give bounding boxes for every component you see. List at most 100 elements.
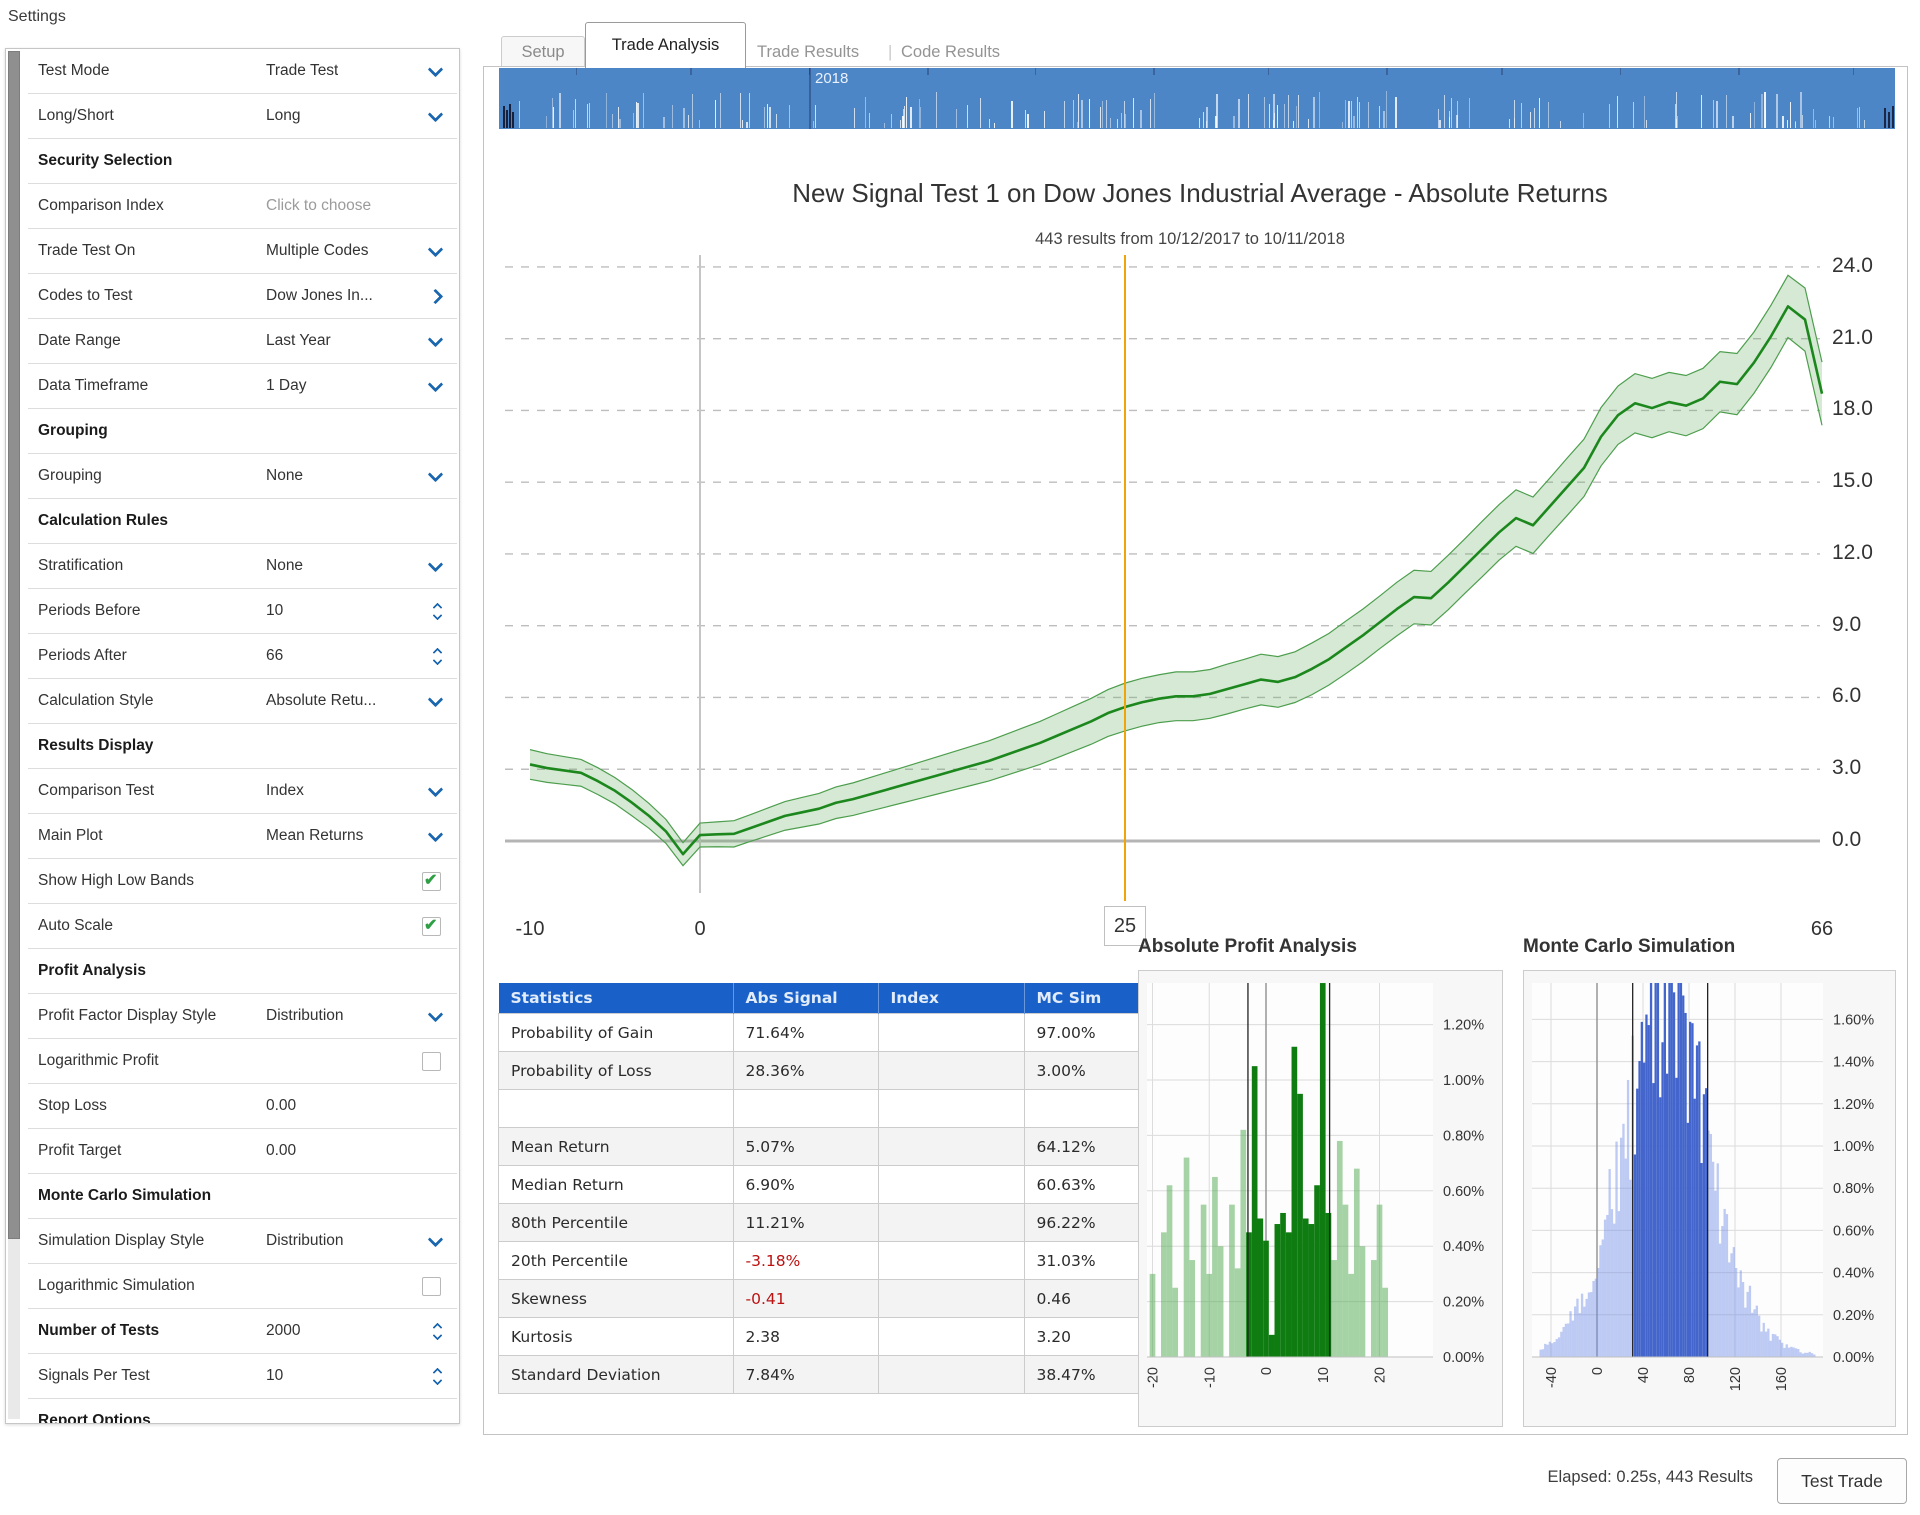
sidebar-item-test-mode[interactable]: Test Mode Trade Test bbox=[28, 49, 457, 94]
sidebar-item-stratification[interactable]: StratificationNone bbox=[28, 544, 457, 589]
sidebar-item-value[interactable]: 66 bbox=[266, 634, 283, 678]
sidebar-item-auto-scale[interactable]: Auto Scale bbox=[28, 904, 457, 949]
sidebar-item-value[interactable]: 0.00 bbox=[266, 1129, 296, 1173]
sidebar-item-comparison-index[interactable]: Comparison IndexClick to choose bbox=[28, 184, 457, 229]
sidebar-item-codes-to-test[interactable]: Codes to TestDow Jones In... bbox=[28, 274, 457, 319]
chevron-down-icon[interactable] bbox=[428, 691, 444, 707]
signal-tick bbox=[683, 108, 684, 129]
sidebar-item-grouping[interactable]: GroupingNone bbox=[28, 454, 457, 499]
sidebar-item-value[interactable]: 2000 bbox=[266, 1309, 300, 1353]
timeline-year-label: 2018 bbox=[815, 70, 848, 87]
stepper-down-icon[interactable] bbox=[433, 655, 443, 665]
chevron-down-icon[interactable] bbox=[428, 106, 444, 122]
sidebar-item-main-plot[interactable]: Main PlotMean Returns bbox=[28, 814, 457, 859]
chevron-down-icon[interactable] bbox=[428, 61, 444, 77]
table-cell bbox=[878, 1356, 1024, 1394]
sidebar-item-value[interactable]: Distribution bbox=[266, 994, 344, 1038]
stepper-down-icon[interactable] bbox=[433, 1330, 443, 1340]
sidebar-item-show-high-low-bands[interactable]: Show High Low Bands bbox=[28, 859, 457, 904]
checkbox-checked[interactable] bbox=[422, 872, 441, 891]
sidebar-item-value[interactable]: 1 Day bbox=[266, 364, 307, 408]
signal-tick bbox=[1787, 120, 1788, 128]
sidebar-item-value[interactable]: Index bbox=[266, 769, 304, 813]
sidebar-item-value[interactable]: 0.00 bbox=[266, 1084, 296, 1128]
chevron-right-icon[interactable] bbox=[428, 288, 444, 304]
chevron-down-icon[interactable] bbox=[428, 826, 444, 842]
sidebar-item-long-short[interactable]: Long/ShortLong bbox=[28, 94, 457, 139]
sidebar-item-value[interactable]: None bbox=[266, 454, 303, 498]
chevron-down-icon[interactable] bbox=[428, 1006, 444, 1022]
month-tick bbox=[1853, 68, 1855, 75]
sidebar-item-value[interactable]: Trade Test bbox=[266, 49, 338, 93]
y-axis-tick-label: 21.0 bbox=[1832, 326, 1912, 350]
sidebar-item-trade-test-on[interactable]: Trade Test OnMultiple Codes bbox=[28, 229, 457, 274]
sidebar-item-comparison-test[interactable]: Comparison TestIndex bbox=[28, 769, 457, 814]
table-cell: Kurtosis bbox=[499, 1318, 734, 1356]
tab-setup[interactable]: Setup bbox=[501, 36, 585, 68]
chevron-down-icon[interactable] bbox=[428, 241, 444, 257]
checkbox-unchecked[interactable] bbox=[422, 1052, 441, 1071]
tab-trade-results[interactable]: Trade Results bbox=[757, 38, 859, 66]
chevron-down-icon[interactable] bbox=[428, 781, 444, 797]
signal-tick bbox=[1583, 113, 1584, 128]
signal-tick bbox=[1383, 111, 1384, 128]
chevron-down-icon[interactable] bbox=[428, 466, 444, 482]
test-trade-button[interactable]: Test Trade bbox=[1777, 1458, 1907, 1504]
status-elapsed-text: Elapsed: 0.25s, 443 Results bbox=[1403, 1468, 1753, 1487]
sidebar-item-value[interactable]: Dow Jones In... bbox=[266, 274, 373, 318]
signal-tick bbox=[891, 114, 892, 128]
sidebar-item-value[interactable]: None bbox=[266, 544, 303, 588]
sidebar-item-label: Test Mode bbox=[38, 62, 110, 79]
sidebar-item-periods-after[interactable]: Periods After66 bbox=[28, 634, 457, 679]
sidebar-item-date-range[interactable]: Date RangeLast Year bbox=[28, 319, 457, 364]
sidebar-item-periods-before[interactable]: Periods Before10 bbox=[28, 589, 457, 634]
sidebar-item-logarithmic-profit[interactable]: Logarithmic Profit bbox=[28, 1039, 457, 1084]
sidebar-item-value[interactable]: Last Year bbox=[266, 319, 331, 363]
sidebar-item-simulation-display-style[interactable]: Simulation Display StyleDistribution bbox=[28, 1219, 457, 1264]
chevron-down-icon[interactable] bbox=[428, 376, 444, 392]
sidebar-scrollbar[interactable] bbox=[8, 51, 20, 1419]
sidebar-item-signals-per-test[interactable]: Signals Per Test10 bbox=[28, 1354, 457, 1399]
sidebar-item-value[interactable]: 10 bbox=[266, 1354, 283, 1398]
sidebar-item-value[interactable]: Multiple Codes bbox=[266, 229, 369, 273]
sidebar-item-data-timeframe[interactable]: Data Timeframe1 Day bbox=[28, 364, 457, 409]
chevron-down-icon[interactable] bbox=[428, 331, 444, 347]
signal-tick bbox=[1154, 93, 1155, 128]
sidebar-item-value[interactable]: Long bbox=[266, 94, 300, 138]
stepper-control[interactable] bbox=[434, 1369, 441, 1384]
stepper-control[interactable] bbox=[434, 649, 441, 664]
svg-text:0: 0 bbox=[1590, 1367, 1606, 1375]
stepper-down-icon[interactable] bbox=[433, 1375, 443, 1385]
stepper-control[interactable] bbox=[434, 1324, 441, 1339]
tab-code-results[interactable]: Code Results bbox=[901, 38, 1000, 66]
sidebar-item-value[interactable]: Click to choose bbox=[266, 184, 371, 228]
table-header-abs-signal: Abs Signal bbox=[733, 983, 878, 1014]
checkbox-checked[interactable] bbox=[422, 917, 441, 936]
sidebar-item-profit-target[interactable]: Profit Target0.00 bbox=[28, 1129, 457, 1174]
edge-marker-tick bbox=[506, 110, 508, 128]
sidebar-item-stop-loss[interactable]: Stop Loss0.00 bbox=[28, 1084, 457, 1129]
signal-tick bbox=[1110, 118, 1111, 128]
signal-tick bbox=[1277, 105, 1278, 128]
sidebar-item-calculation-style[interactable]: Calculation StyleAbsolute Retu... bbox=[28, 679, 457, 724]
chevron-down-icon[interactable] bbox=[428, 556, 444, 572]
sidebar-item-value[interactable]: Mean Returns bbox=[266, 814, 363, 858]
sidebar-scrollbar-thumb[interactable] bbox=[8, 51, 20, 1239]
stepper-control[interactable] bbox=[434, 604, 441, 619]
sidebar-item-logarithmic-simulation[interactable]: Logarithmic Simulation bbox=[28, 1264, 457, 1309]
sidebar-item-number-of-tests[interactable]: Number of Tests2000 bbox=[28, 1309, 457, 1354]
sidebar-item-value[interactable]: 10 bbox=[266, 589, 283, 633]
sidebar-section-report-options: Report Options bbox=[28, 1399, 457, 1424]
table-row: Probability of Loss28.36%3.00% bbox=[499, 1052, 1175, 1090]
sidebar-item-value[interactable]: Distribution bbox=[266, 1219, 344, 1263]
timeline-strip[interactable]: 2018 bbox=[499, 68, 1895, 129]
chevron-down-icon[interactable] bbox=[428, 1231, 444, 1247]
stepper-down-icon[interactable] bbox=[433, 610, 443, 620]
checkbox-unchecked[interactable] bbox=[422, 1277, 441, 1296]
tab-trade-analysis[interactable]: Trade Analysis bbox=[585, 22, 746, 68]
y-axis-tick-label: 9.0 bbox=[1832, 613, 1912, 637]
sidebar-item-profit-factor-display-style[interactable]: Profit Factor Display StyleDistribution bbox=[28, 994, 457, 1039]
sidebar-item-value[interactable]: Absolute Retu... bbox=[266, 679, 376, 723]
signal-tick bbox=[1530, 112, 1531, 128]
signal-tick bbox=[910, 107, 911, 128]
